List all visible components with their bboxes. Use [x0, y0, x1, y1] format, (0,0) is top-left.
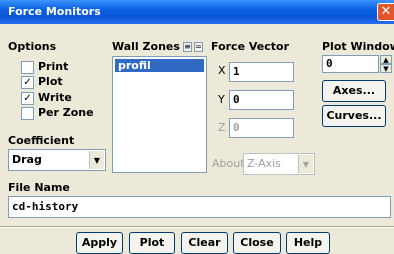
title-bar: Force Monitors ✕ — [0, 0, 394, 24]
apply-button[interactable]: Apply — [76, 232, 123, 254]
options-label: Options — [8, 40, 57, 53]
plot-window-field[interactable]: 0 — [322, 55, 379, 73]
wall-zones-label: Wall Zones — [112, 40, 180, 53]
force-x-field[interactable]: 1 — [229, 62, 294, 82]
window-title: Force Monitors — [8, 5, 101, 18]
chevron-down-icon[interactable]: ▼ — [89, 151, 104, 169]
file-name-label: File Name — [8, 181, 70, 194]
curves-button[interactable]: Curves... — [322, 105, 386, 127]
file-name-field[interactable]: cd-history — [8, 196, 391, 218]
force-vector-label: Force Vector — [211, 40, 289, 53]
force-y-field[interactable]: 0 — [229, 90, 294, 110]
wall-zones-list[interactable]: profil — [112, 56, 207, 173]
z-label: Z — [218, 121, 226, 134]
checkmark-icon: ✓ — [23, 93, 32, 104]
spin-down-icon[interactable]: ▼ — [380, 64, 392, 73]
deselect-all-icon[interactable]: = — [194, 42, 203, 52]
print-checkbox-label: Print — [38, 60, 69, 73]
plot-checkbox[interactable]: ✓ — [21, 76, 34, 89]
per-zone-checkbox-label: Per Zone — [38, 106, 94, 119]
about-axis-value: Z-Axis — [247, 157, 281, 170]
print-checkbox[interactable] — [21, 61, 34, 74]
coefficient-dropdown[interactable]: Drag ▼ — [8, 149, 106, 171]
close-icon[interactable]: ✕ — [377, 3, 394, 21]
about-axis-dropdown: Z-Axis ▼ — [243, 153, 315, 175]
axes-button[interactable]: Axes... — [322, 80, 386, 102]
x-label: X — [218, 64, 226, 77]
clear-button[interactable]: Clear — [181, 232, 228, 254]
chevron-down-icon: ▼ — [298, 155, 313, 173]
divider — [0, 226, 394, 228]
force-z-field: 0 — [229, 118, 294, 138]
close-button[interactable]: Close — [233, 232, 281, 254]
plot-button[interactable]: Plot — [129, 232, 175, 254]
per-zone-checkbox[interactable] — [21, 107, 34, 120]
help-button[interactable]: Help — [286, 232, 330, 254]
write-checkbox[interactable]: ✓ — [21, 92, 34, 105]
checkmark-icon: ✓ — [23, 77, 32, 88]
select-all-icon[interactable]: ≡ — [183, 42, 192, 52]
force-monitors-dialog: Force Monitors ✕ Options Print ✓ Plot ✓ … — [0, 0, 394, 254]
y-label: Y — [218, 93, 225, 106]
spin-up-icon[interactable]: ▲ — [380, 55, 392, 64]
coefficient-label: Coefficient — [8, 134, 75, 147]
coefficient-value: Drag — [12, 153, 42, 166]
about-label: About — [212, 157, 245, 170]
write-checkbox-label: Write — [38, 91, 72, 104]
list-item[interactable]: profil — [115, 59, 204, 72]
plot-checkbox-label: Plot — [38, 75, 63, 88]
plot-window-label: Plot Window — [322, 40, 394, 53]
